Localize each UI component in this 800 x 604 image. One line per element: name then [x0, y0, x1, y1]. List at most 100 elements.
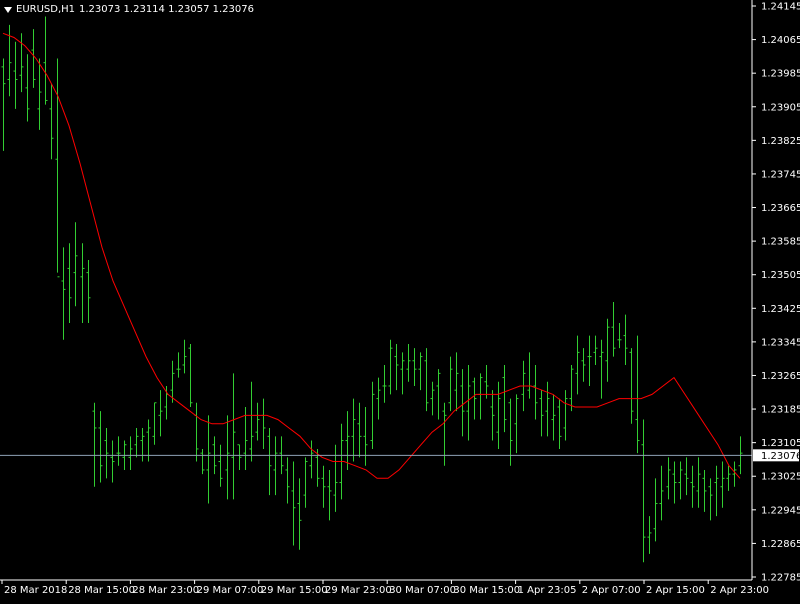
ohlc-bar [218, 444, 223, 487]
ohlc-bar [194, 402, 199, 462]
ohlc-bar [496, 381, 501, 449]
ohlc-bar [1, 58, 6, 151]
ohlc-bar [285, 457, 290, 504]
ohlc-bar [357, 402, 362, 458]
ohlc-bar [690, 465, 695, 508]
y-tick-label: 1.23185 [761, 405, 800, 416]
ohlc-bar [551, 394, 556, 441]
symbol-header: EURUSD,H1 1.23073 1.23114 1.23057 1.2307… [4, 4, 254, 15]
ohlc-bar [182, 339, 187, 374]
ohlc-bar [599, 339, 604, 399]
ohlc-bar [382, 364, 387, 403]
ohlc-bar [653, 478, 658, 542]
ohlc-bar [140, 427, 145, 462]
ohlc-bar [472, 377, 477, 420]
y-tick-label: 1.23265 [761, 371, 800, 382]
ohlc-bar [249, 381, 254, 462]
ohlc-bar [563, 390, 568, 441]
ohlc-bar [696, 457, 701, 508]
ohlc-bar [98, 411, 103, 483]
ohlc-bar [720, 461, 725, 508]
ohlc-bar [25, 54, 30, 122]
ohlc-bar [587, 335, 592, 386]
y-tick-label: 1.23905 [761, 102, 800, 113]
ohlc-bar [237, 444, 242, 470]
ohlc-bar [659, 465, 664, 521]
ohlc-bar [708, 478, 713, 521]
y-tick-label: 1.23665 [761, 203, 800, 214]
ohlc-bar [116, 436, 121, 466]
ohlc-bar [678, 461, 683, 500]
ohlc-bar [635, 335, 640, 454]
ohlc-bar [327, 469, 332, 521]
ohlc-bar [623, 314, 628, 365]
y-tick-label: 1.23025 [761, 472, 800, 483]
ohlc-bar [702, 469, 707, 512]
chart-canvas[interactable]: 1.24145 1.24065 1.23985 1.23905 1.23825 1.237… [0, 0, 800, 600]
ohlc-bar [666, 457, 671, 500]
ohlc-bar [412, 348, 417, 386]
ohlc-bar [424, 348, 429, 412]
y-tick-label: 1.23585 [761, 237, 800, 248]
symbol-timeframe: EURUSD,H1 [16, 4, 76, 15]
x-tick-label: 29 Mar 23:00 [325, 585, 392, 596]
ohlc-bar [400, 352, 405, 395]
ohlc-bar [86, 260, 91, 323]
y-tick-label: 1.23745 [761, 169, 800, 180]
ohlc-bar [581, 348, 586, 382]
ohlc-bar [726, 465, 731, 491]
ohlc-bar [158, 390, 163, 437]
ohlc-bar [539, 390, 544, 437]
ohlc-bar [527, 352, 532, 399]
ohlc-bar [206, 415, 211, 504]
ohlc-bar [502, 364, 507, 433]
ohlc-bar [647, 516, 652, 554]
ohlc-bar [351, 398, 356, 462]
ohlc-bar [388, 339, 393, 395]
ohlc-bar [49, 83, 54, 160]
ohlc-bar [200, 448, 205, 475]
y-tick-label: 1.22785 [761, 573, 800, 584]
x-tick-label: 28 Mar 2018 [4, 585, 67, 596]
ohlc-bar [684, 457, 689, 496]
ohlc-bar [394, 343, 399, 391]
x-tick-label: 28 Mar 23:00 [132, 585, 199, 596]
ohlc-bars-layer [1, 16, 743, 563]
ohlc-bar [13, 41, 18, 109]
ohlc-bar [484, 364, 489, 399]
ohlc-bar [267, 427, 272, 496]
ohlc-bar [243, 406, 248, 470]
x-tick-label: 2 Apr 23:00 [710, 585, 769, 596]
y-tick-label: 1.24065 [761, 35, 800, 46]
ohlc-bar [569, 364, 574, 412]
ohlc-bar [303, 457, 308, 508]
y-tick-label: 1.23985 [761, 69, 800, 80]
y-tick-label: 1.22865 [761, 539, 800, 550]
ohlc-bar [418, 352, 423, 391]
ohlc-bar [67, 243, 72, 323]
ohlc-bar [309, 440, 314, 479]
ohlc-bar [545, 381, 550, 437]
ohlc-bar [188, 343, 193, 407]
dropdown-triangle-icon[interactable] [4, 6, 12, 13]
ohlc-bar [176, 352, 181, 378]
current-price-label: 1.23076 [761, 451, 800, 462]
ohlc-readout: 1.23073 1.23114 1.23057 1.23076 [79, 4, 254, 15]
x-tick-label: 29 Mar 15:00 [261, 585, 328, 596]
ohlc-bar [164, 385, 169, 420]
x-tick-label: 30 Mar 15:00 [453, 585, 520, 596]
y-tick-label: 1.23345 [761, 337, 800, 348]
y-tick-label: 1.23425 [761, 304, 800, 315]
ohlc-bar [466, 364, 471, 441]
ohlc-bar [31, 29, 36, 88]
ohlc-bar [134, 427, 139, 458]
ohlc-bar [80, 243, 85, 323]
x-tick-label: 28 Mar 15:00 [68, 585, 135, 596]
ohlc-bar [92, 402, 97, 487]
ohlc-bar [363, 406, 368, 466]
ohlc-bar [376, 377, 381, 420]
ohlc-bar [575, 335, 580, 395]
moving-average-line [2, 32, 741, 479]
ohlc-bar [61, 247, 66, 340]
price-chart[interactable]: 1.24145 1.24065 1.23985 1.23905 1.23825 1.237… [0, 0, 800, 600]
